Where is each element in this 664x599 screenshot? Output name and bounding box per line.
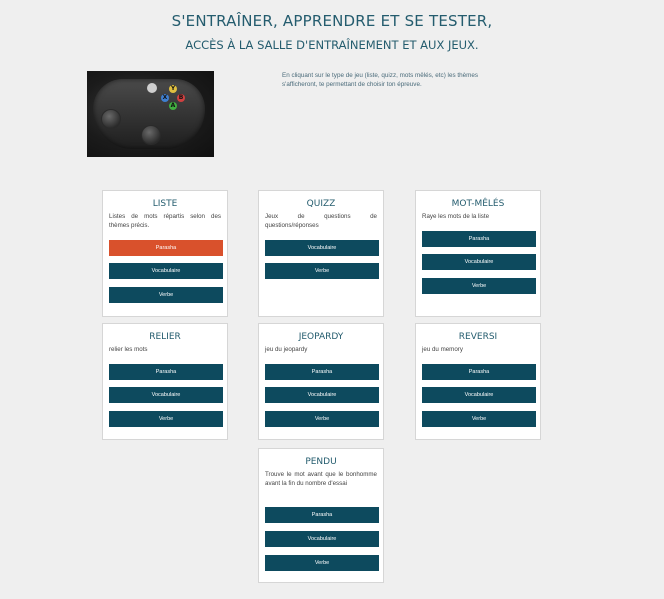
relier-verbe-button[interactable]: Verbe [109, 411, 223, 427]
intro-text: En cliquant sur le type de jeu (liste, q… [282, 72, 478, 88]
game-card-mot-m-l-s: MOT-MÊLÉS Raye les mots de la liste Parash… [415, 190, 541, 317]
relier-vocabulaire-button[interactable]: Vocabulaire [109, 387, 223, 403]
a-button-icon: A [169, 102, 177, 110]
card-description: Listes de mots répartis selon des thèmes… [109, 213, 221, 229]
pendu-parasha-button[interactable]: Parasha [265, 507, 379, 523]
jeopardy-parasha-button[interactable]: Parasha [265, 364, 379, 380]
card-description: jeu du memory [422, 346, 463, 353]
quizz-vocabulaire-button[interactable]: Vocabulaire [265, 240, 379, 256]
relier-parasha-button[interactable]: Parasha [109, 364, 223, 380]
mot-m-l-s-verbe-button[interactable]: Verbe [422, 278, 536, 294]
card-title[interactable]: MOT-MÊLÉS [416, 199, 540, 211]
card-title[interactable]: REVERSI [416, 332, 540, 344]
x-button-icon: X [161, 94, 169, 102]
reversi-verbe-button[interactable]: Verbe [422, 411, 536, 427]
game-card-jeopardy: JEOPARDY jeu du jeopardy Parasha Vocabulair… [258, 323, 384, 440]
card-title[interactable]: RELIER [103, 332, 227, 344]
reversi-parasha-button[interactable]: Parasha [422, 364, 536, 380]
game-card-liste: LISTE Listes de mots répartis selon des t… [102, 190, 228, 317]
card-description: jeu du jeopardy [265, 346, 308, 353]
y-button-icon: Y [169, 85, 177, 93]
controller-image: Y X B A [87, 71, 214, 157]
quizz-verbe-button[interactable]: Verbe [265, 263, 379, 279]
mot-m-l-s-parasha-button[interactable]: Parasha [422, 231, 536, 247]
liste-verbe-button[interactable]: Verbe [109, 287, 223, 303]
pendu-verbe-button[interactable]: Verbe [265, 555, 379, 571]
card-description: Trouve le mot avant que le bonhomme avan… [265, 471, 377, 487]
card-title[interactable]: LISTE [103, 199, 227, 211]
game-card-reversi: REVERSI jeu du memory Parasha Vocabulaire Ve… [415, 323, 541, 440]
liste-parasha-button[interactable]: Parasha [109, 240, 223, 256]
pendu-vocabulaire-button[interactable]: Vocabulaire [265, 531, 379, 547]
game-card-pendu: PENDU Trouve le mot avant que le bonhomme… [258, 448, 384, 583]
jeopardy-vocabulaire-button[interactable]: Vocabulaire [265, 387, 379, 403]
page-subtitle: ACCÈS À LA SALLE D'ENTRAÎNEMENT ET AUX J… [185, 38, 479, 52]
card-title[interactable]: JEOPARDY [259, 332, 383, 344]
game-card-relier: RELIER relier les mots Parasha Vocabulaire V… [102, 323, 228, 440]
card-description: relier les mots [109, 346, 148, 353]
card-title[interactable]: QUIZZ [259, 199, 383, 211]
right-stick-icon [141, 125, 161, 145]
card-description: Jeux de questions de questions/réponses [265, 213, 377, 229]
game-card-quizz: QUIZZ Jeux de questions de questions/répo… [258, 190, 384, 317]
page-title: S'ENTRAÎNER, APPRENDRE ET SE TESTER, [171, 12, 493, 30]
reversi-vocabulaire-button[interactable]: Vocabulaire [422, 387, 536, 403]
mot-m-l-s-vocabulaire-button[interactable]: Vocabulaire [422, 254, 536, 270]
jeopardy-verbe-button[interactable]: Verbe [265, 411, 379, 427]
guide-button-icon [147, 83, 157, 93]
left-stick-icon [101, 109, 121, 129]
liste-vocabulaire-button[interactable]: Vocabulaire [109, 263, 223, 279]
card-title[interactable]: PENDU [259, 457, 383, 469]
b-button-icon: B [177, 94, 185, 102]
card-description: Raye les mots de la liste [422, 213, 490, 220]
